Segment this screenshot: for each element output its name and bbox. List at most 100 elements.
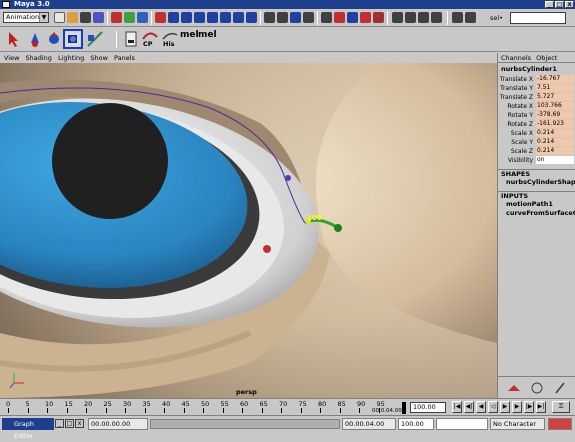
select-hierarchy-icon[interactable] — [111, 12, 122, 23]
clapboard-icon[interactable] — [452, 12, 463, 23]
rotate-tool-icon[interactable] — [63, 29, 83, 49]
animation-end-field[interactable] — [436, 418, 488, 430]
tab-object[interactable]: Object — [536, 54, 557, 62]
menu-set-dropdown[interactable]: Animation ▼ — [3, 12, 49, 23]
character-set-dropdown[interactable]: No Character — [490, 418, 545, 430]
grid-snap-icon[interactable] — [264, 12, 275, 23]
close-icon[interactable]: x — [75, 419, 84, 428]
attr-row[interactable]: Rotate Z -161.923 — [498, 120, 575, 129]
select-object-icon[interactable] — [124, 12, 135, 23]
attr-value-field[interactable]: 0.214 — [536, 129, 574, 137]
menu-view[interactable]: View — [4, 54, 19, 62]
attr-value-field[interactable]: on — [536, 156, 574, 164]
new-scene-icon[interactable] — [54, 12, 65, 23]
scale-tool-icon[interactable] — [85, 29, 105, 49]
menu-show[interactable]: Show — [90, 54, 108, 62]
open-scene-icon[interactable] — [67, 12, 78, 23]
mask-curves-icon[interactable] — [181, 12, 192, 23]
mask-joints-icon[interactable] — [168, 12, 179, 23]
menu-shading[interactable]: Shading — [26, 54, 52, 62]
close-button[interactable]: x — [565, 1, 574, 8]
view-plane-snap-icon[interactable] — [303, 12, 314, 23]
inputs-icon[interactable] — [321, 12, 332, 23]
input-node[interactable]: motionPath1 — [498, 200, 575, 209]
select-tool-icon[interactable] — [4, 29, 24, 49]
range-start-field[interactable]: 00.00.00.00 — [88, 418, 148, 430]
mask-misc-icon[interactable] — [246, 12, 257, 23]
construction-history-icon[interactable] — [347, 12, 358, 23]
mel-shelf-button-1[interactable]: mel — [180, 30, 199, 40]
attr-value-field[interactable]: -161.923 — [536, 120, 574, 128]
attr-row[interactable]: Scale Z 0.214 — [498, 147, 575, 156]
play-forward-button[interactable]: ▶ — [500, 401, 510, 413]
render-icon[interactable] — [373, 12, 384, 23]
go-to-start-button[interactable]: |◀ — [452, 401, 462, 413]
menu-panels[interactable]: Panels — [114, 54, 135, 62]
attr-value-field[interactable]: 5.727 — [536, 93, 574, 101]
attr-row[interactable]: Rotate X 103.766 — [498, 102, 575, 111]
attr-row[interactable]: Translate Z 5.727 — [498, 93, 575, 102]
batch-render-icon[interactable] — [465, 12, 476, 23]
attr-row[interactable]: Translate Y 7.51 — [498, 84, 575, 93]
mask-surfaces-icon[interactable] — [194, 12, 205, 23]
attr-value-field[interactable]: -378.69 — [536, 111, 574, 119]
point-snap-icon[interactable] — [290, 12, 301, 23]
current-time-marker[interactable] — [402, 402, 406, 414]
go-to-end-button[interactable]: ▶| — [536, 401, 546, 413]
select-component-icon[interactable] — [137, 12, 148, 23]
menu-lighting[interactable]: Lighting — [58, 54, 84, 62]
minimize-icon[interactable]: _ — [55, 419, 64, 428]
render-globals-icon[interactable] — [418, 12, 429, 23]
shape-name[interactable]: nurbsCylinderShape1 — [498, 178, 575, 187]
move-tool-icon[interactable] — [44, 29, 64, 49]
mel-shelf-button-2[interactable]: mel — [198, 30, 217, 40]
step-back-button[interactable]: ◀ — [476, 401, 486, 413]
range-slider-track[interactable] — [150, 419, 340, 429]
play-back-button[interactable]: ◁ — [488, 401, 498, 413]
step-forward-key-button[interactable]: |▶ — [524, 401, 534, 413]
auto-key-icon[interactable] — [548, 418, 572, 430]
keyframe-key-icon[interactable]: ⚿ — [552, 401, 570, 413]
save-scene-icon[interactable] — [80, 12, 91, 23]
range-end-field[interactable]: 100.00 — [410, 402, 446, 413]
attr-value-field[interactable]: 0.214 — [536, 147, 574, 155]
mask-dynamics-icon[interactable] — [220, 12, 231, 23]
playback-end-field[interactable]: 100.00 — [398, 418, 434, 430]
mask-deformations-icon[interactable] — [207, 12, 218, 23]
attr-label: Scale Z — [510, 148, 533, 155]
maximize-icon[interactable]: □ — [65, 419, 74, 428]
object-name[interactable]: nurbsCylinder1 — [498, 64, 575, 75]
snapshot-icon[interactable] — [93, 12, 104, 23]
perspective-viewport[interactable]: 100 persp — [0, 63, 497, 398]
hypershade-icon[interactable] — [431, 12, 442, 23]
graph-editor-task-button[interactable]: Graph Editor — [2, 418, 54, 440]
outputs-icon[interactable] — [334, 12, 345, 23]
tab-channels[interactable]: Channels — [501, 54, 531, 62]
last-tool-icon[interactable] — [124, 29, 138, 49]
attr-value-field[interactable]: -16.767 — [536, 75, 574, 83]
mask-rendering-icon[interactable] — [233, 12, 244, 23]
lasso-tool-icon[interactable] — [25, 29, 45, 49]
minimize-button[interactable]: _ — [545, 1, 554, 8]
attr-value-field[interactable]: 0.214 — [536, 138, 574, 146]
attr-row[interactable]: Rotate Y -378.69 — [498, 111, 575, 120]
mask-handles-icon[interactable] — [155, 12, 166, 23]
attr-value-field[interactable]: 103.766 — [536, 102, 574, 110]
magnet-icon[interactable] — [360, 12, 371, 23]
step-back-key-button[interactable]: ◀| — [464, 401, 474, 413]
attr-row[interactable]: Translate X -16.767 — [498, 75, 575, 84]
attr-row[interactable]: Scale Y 0.214 — [498, 138, 575, 147]
step-forward-button[interactable]: ▶ — [512, 401, 522, 413]
curve-snap-icon[interactable] — [277, 12, 288, 23]
attr-label: Translate Y — [500, 85, 533, 92]
input-node[interactable]: curveFromSurfaceCo — [498, 209, 575, 218]
attr-value-field[interactable]: 7.51 — [536, 84, 574, 92]
attr-row[interactable]: Scale X 0.214 — [498, 129, 575, 138]
ipr-render-icon[interactable] — [405, 12, 416, 23]
quick-select-input[interactable] — [510, 12, 566, 24]
render-view-icon[interactable] — [392, 12, 403, 23]
range-current-field[interactable]: 00.00.04.00 — [342, 418, 396, 430]
time-slider[interactable]: 0 5 10 15 20 25 30 35 40 45 50 55 60 65 70 75 80 85 90 95 0… — [0, 398, 575, 415]
attr-row[interactable]: Visibility on — [498, 156, 575, 165]
maximize-button[interactable]: □ — [555, 1, 564, 8]
